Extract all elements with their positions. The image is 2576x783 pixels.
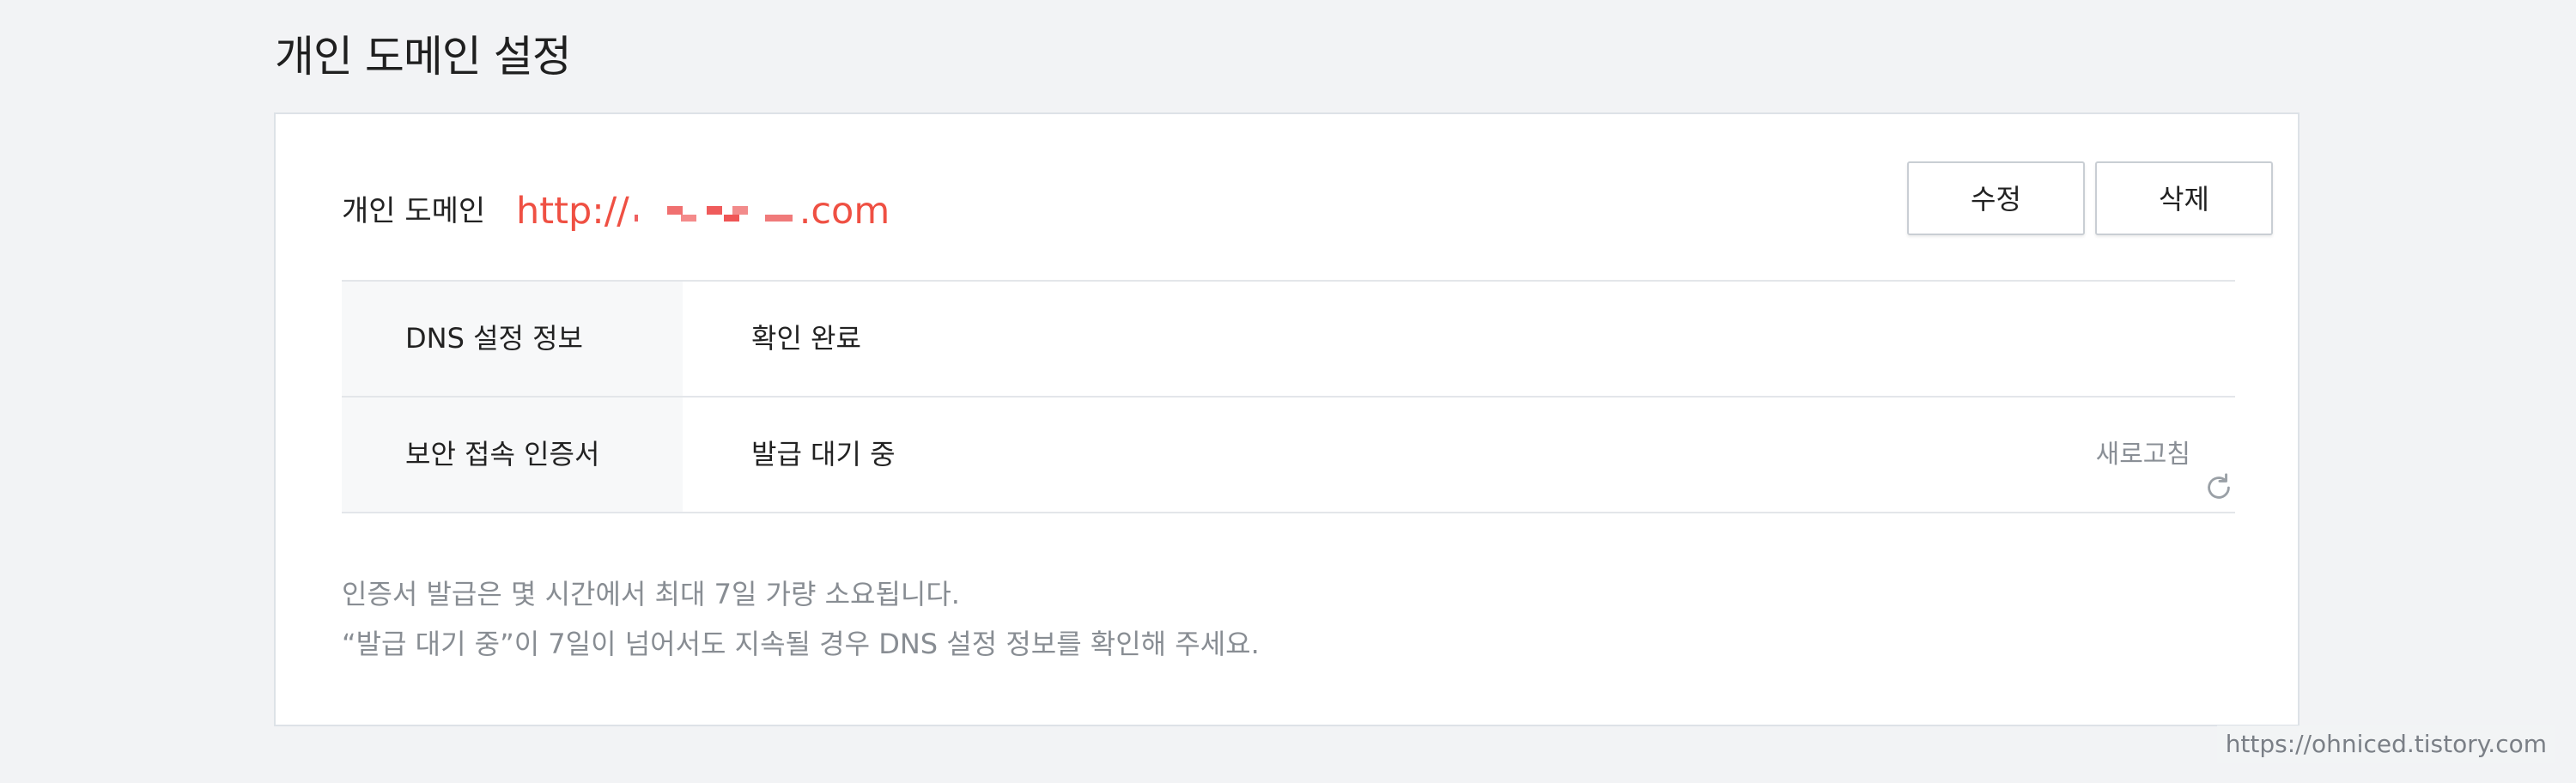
- note-line-1: 인증서 발급은 몇 시간에서 최대 7일 가량 소요됩니다.: [342, 578, 960, 610]
- domain-url[interactable]: http:// .com: [516, 161, 890, 261]
- table-row-dns: DNS 설정 정보 확인 완료: [342, 282, 2235, 398]
- table-row-label: DNS 설정 정보: [342, 282, 683, 396]
- refresh-label: 새로고침: [2095, 440, 2190, 470]
- status-table: DNS 설정 정보 확인 완료 보안 접속 인증서 발급 대기 중 새로고침: [342, 280, 2235, 513]
- table-row-certificate: 보안 접속 인증서 발급 대기 중 새로고침: [342, 398, 2235, 513]
- domain-label: 개인 도메인: [342, 194, 486, 228]
- info-notes: 인증서 발급은 몇 시간에서 최대 7일 가량 소요됩니다. “발급 대기 중”…: [342, 569, 1260, 669]
- domain-url-prefix: http://: [516, 190, 629, 233]
- note-line-2: “발급 대기 중”이 7일이 넘어서도 지속될 경우 DNS 설정 정보를 확인…: [342, 628, 1260, 660]
- delete-button[interactable]: 삭제: [2095, 161, 2273, 235]
- page-title: 개인 도메인 설정: [275, 32, 572, 82]
- refresh-icon: [2202, 439, 2235, 499]
- refresh-button[interactable]: 새로고침: [2096, 398, 2235, 512]
- redacted-domain-mask: [629, 197, 799, 223]
- edit-button[interactable]: 수정: [1907, 161, 2085, 235]
- domain-url-suffix: .com: [799, 190, 890, 233]
- table-row-label: 보안 접속 인증서: [342, 398, 683, 512]
- domain-settings-panel: 개인 도메인 http:// .com 수정 삭제 DNS 설정 정보 확인 완료…: [274, 112, 2300, 726]
- table-row-value: 발급 대기 중: [751, 438, 896, 470]
- watermark: https://ohniced.tistory.com: [2216, 725, 2555, 763]
- table-row-value: 확인 완료: [751, 322, 861, 355]
